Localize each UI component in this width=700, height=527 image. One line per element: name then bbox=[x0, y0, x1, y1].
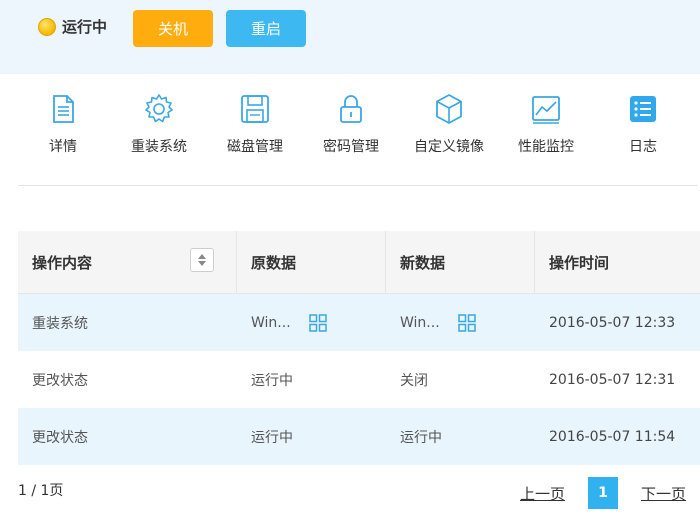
gear-icon bbox=[145, 94, 173, 123]
tool-label: 日志 bbox=[629, 139, 657, 155]
table-row: 更改状态 运行中 关闭 2016-05-07 12:31 bbox=[18, 351, 700, 408]
cell-new-data: 运行中 bbox=[400, 429, 442, 446]
cell-time: 2016-05-07 12:31 bbox=[549, 371, 676, 388]
next-page-link[interactable]: 下一页 bbox=[641, 483, 686, 504]
tool-details[interactable]: 详情 bbox=[18, 92, 108, 156]
view-detail-icon[interactable] bbox=[457, 313, 476, 332]
cell-old-data: 运行中 bbox=[251, 372, 293, 389]
tool-label: 重装系统 bbox=[131, 139, 187, 155]
cell-new-data: Win... bbox=[400, 314, 440, 331]
cell-old-data: 运行中 bbox=[251, 429, 293, 446]
status-indicator: 运行中 bbox=[38, 16, 107, 37]
cell-new-data: 关闭 bbox=[400, 372, 428, 389]
status-dot-icon bbox=[38, 17, 56, 36]
table-row: 重装系统 Win... Win... 2016-05-07 12:33 bbox=[18, 294, 700, 351]
cell-time: 2016-05-07 11:54 bbox=[549, 428, 676, 445]
table-row: 更改状态 运行中 运行中 2016-05-07 11:54 bbox=[18, 408, 700, 465]
document-icon bbox=[53, 95, 74, 123]
chart-icon bbox=[532, 96, 560, 124]
tool-password-management[interactable]: 密码管理 bbox=[306, 92, 396, 156]
tool-label: 密码管理 bbox=[323, 139, 379, 155]
tool-disk-management[interactable]: 磁盘管理 bbox=[210, 92, 300, 156]
cell-action: 更改状态 bbox=[32, 429, 88, 446]
tool-custom-image[interactable]: 自定义镜像 bbox=[404, 92, 494, 156]
prev-page-link[interactable]: 上一页 bbox=[520, 483, 565, 504]
column-label: 操作时间 bbox=[549, 253, 610, 272]
status-label: 运行中 bbox=[62, 18, 108, 36]
cell-old-data: Win... bbox=[251, 314, 291, 331]
column-header-new-data: 新数据 bbox=[386, 231, 535, 293]
cell-action: 重装系统 bbox=[32, 315, 88, 332]
tool-log[interactable]: 日志 bbox=[598, 92, 688, 156]
shutdown-button[interactable]: 关机 bbox=[133, 10, 213, 47]
floppy-disk-icon bbox=[241, 95, 269, 123]
cell-time: 2016-05-07 12:33 bbox=[549, 314, 676, 331]
restart-button[interactable]: 重启 bbox=[226, 10, 306, 47]
sort-up-icon bbox=[198, 254, 206, 259]
column-header-old-data: 原数据 bbox=[237, 231, 386, 293]
lock-icon bbox=[340, 95, 362, 123]
table-header: 操作内容 原数据 新数据 操作时间 bbox=[18, 231, 700, 294]
tool-reinstall-system[interactable]: 重装系统 bbox=[114, 92, 204, 156]
sort-down-icon bbox=[198, 261, 206, 266]
tool-label: 详情 bbox=[49, 139, 77, 155]
action-toolbar: 详情 重装系统 磁盘管理 密码管理 自定义镜像 性能监控 日志 bbox=[18, 74, 698, 186]
page-count-info: 1 / 1页 bbox=[18, 483, 64, 499]
list-icon bbox=[630, 96, 656, 122]
cube-icon bbox=[436, 94, 462, 124]
top-bar: 运行中 关机 重启 bbox=[0, 0, 700, 74]
column-label: 操作内容 bbox=[32, 253, 93, 272]
current-page-button[interactable]: 1 bbox=[588, 477, 618, 509]
log-table: 操作内容 原数据 新数据 操作时间 重装系统 Win... Win... 201… bbox=[18, 231, 700, 465]
tool-performance-monitor[interactable]: 性能监控 bbox=[501, 92, 591, 156]
tool-label: 性能监控 bbox=[518, 139, 574, 155]
column-label: 原数据 bbox=[251, 253, 297, 272]
tool-label: 磁盘管理 bbox=[227, 139, 283, 155]
column-label: 新数据 bbox=[400, 253, 446, 272]
column-header-time: 操作时间 bbox=[535, 231, 700, 293]
view-detail-icon[interactable] bbox=[308, 313, 327, 332]
column-header-action: 操作内容 bbox=[18, 231, 237, 293]
sort-button[interactable] bbox=[190, 248, 214, 272]
cell-action: 更改状态 bbox=[32, 372, 88, 389]
tool-label: 自定义镜像 bbox=[414, 139, 484, 155]
